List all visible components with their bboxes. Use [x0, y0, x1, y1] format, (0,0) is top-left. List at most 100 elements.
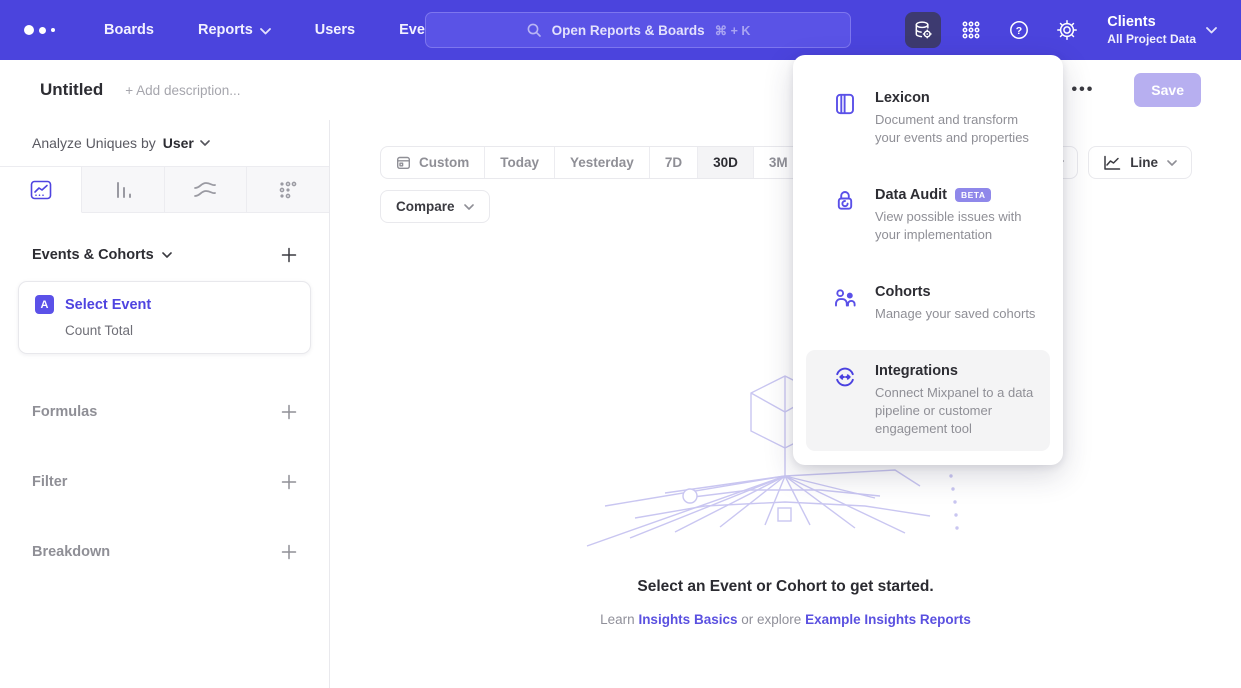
- save-button[interactable]: Save: [1134, 73, 1201, 107]
- menu-item-title: Cohorts: [875, 284, 931, 300]
- analyze-by-dropdown[interactable]: User: [163, 135, 210, 151]
- events-cohorts-header: Events & Cohorts: [0, 239, 329, 271]
- nav-links: Boards Reports Users Events: [104, 22, 447, 38]
- event-card[interactable]: A Select Event Count Total: [18, 281, 311, 354]
- nav-item-users[interactable]: Users: [315, 22, 355, 38]
- database-gear-icon: [912, 19, 934, 41]
- plus-icon: [281, 544, 297, 560]
- global-search[interactable]: Open Reports & Boards ⌘ + K: [425, 12, 851, 48]
- logo-dot: [39, 27, 46, 34]
- filter-section: Filter: [0, 466, 329, 498]
- menu-item-lexicon[interactable]: Lexicon Document and transform your even…: [806, 77, 1050, 160]
- mixpanel-logo[interactable]: [24, 25, 68, 35]
- lexicon-book-icon: [833, 92, 857, 147]
- calendar-icon: [396, 155, 411, 170]
- data-management-dropdown: Lexicon Document and transform your even…: [793, 55, 1063, 465]
- events-cohorts-label: Events & Cohorts: [32, 247, 154, 263]
- tab-bar-chart[interactable]: [82, 167, 164, 213]
- menu-item-integrations[interactable]: Integrations Connect Mixpanel to a data …: [806, 350, 1050, 451]
- compare-dropdown[interactable]: Compare: [380, 190, 490, 223]
- range-today[interactable]: Today: [484, 147, 554, 178]
- compare-label: Compare: [396, 199, 455, 214]
- menu-item-title: Integrations: [875, 363, 958, 379]
- apps-grid-button[interactable]: [953, 12, 989, 48]
- more-options-button[interactable]: •••: [1071, 85, 1094, 95]
- line-chart-icon: [30, 180, 52, 200]
- metrics-grid-icon: [277, 180, 299, 200]
- add-formula-button[interactable]: [281, 404, 297, 420]
- stacked-area-icon: [193, 180, 217, 200]
- tab-line-chart[interactable]: [0, 167, 82, 213]
- plus-icon: [281, 404, 297, 420]
- chevron-down-icon: [1206, 27, 1217, 34]
- nav-item-label: Boards: [104, 22, 154, 38]
- svg-text:?: ?: [1016, 25, 1022, 37]
- tab-stacked-chart[interactable]: [165, 167, 247, 213]
- menu-item-data-audit[interactable]: Data Audit BETA View possible issues wit…: [806, 174, 1050, 257]
- project-switcher[interactable]: Clients All Project Data: [1107, 13, 1217, 46]
- range-30d[interactable]: 30D: [697, 147, 753, 178]
- add-filter-button[interactable]: [281, 474, 297, 490]
- range-label: 7D: [665, 155, 682, 170]
- chevron-down-icon: [1167, 160, 1177, 166]
- breakdown-section: Breakdown: [0, 536, 329, 568]
- chart-type-label: Line: [1130, 155, 1158, 170]
- nav-item-label: Users: [315, 22, 355, 38]
- tab-metrics[interactable]: [247, 167, 329, 213]
- select-event-button[interactable]: Select Event: [65, 297, 151, 313]
- range-label: Custom: [419, 155, 469, 170]
- top-navbar: Boards Reports Users Events Open Reports…: [0, 0, 1241, 60]
- analyze-row: Analyze Uniques by User: [0, 120, 329, 166]
- add-description-field[interactable]: + Add description...: [125, 83, 240, 98]
- project-scope: All Project Data: [1107, 32, 1196, 47]
- events-cohorts-dropdown[interactable]: Events & Cohorts: [32, 247, 172, 263]
- date-range-control: Custom Today Yesterday 7D 30D 3M 6M: [380, 146, 853, 179]
- report-title[interactable]: Untitled: [40, 80, 103, 100]
- nav-item-reports[interactable]: Reports: [198, 22, 271, 38]
- range-custom[interactable]: Custom: [381, 147, 484, 178]
- range-label: 3M: [769, 155, 788, 170]
- data-management-button[interactable]: [905, 12, 941, 48]
- chevron-down-icon: [260, 28, 271, 35]
- menu-item-title: Lexicon: [875, 90, 930, 106]
- filter-label: Filter: [32, 474, 67, 490]
- learn-prefix: Learn: [600, 612, 635, 627]
- nav-item-boards[interactable]: Boards: [104, 22, 154, 38]
- range-label: Today: [500, 155, 539, 170]
- chevron-down-icon: [464, 204, 474, 210]
- nav-item-label: Reports: [198, 22, 253, 38]
- help-button[interactable]: ?: [1001, 12, 1037, 48]
- integrations-sync-icon: [833, 365, 857, 438]
- chart-type-dropdown[interactable]: Line: [1088, 146, 1192, 179]
- range-7d[interactable]: 7D: [649, 147, 697, 178]
- menu-item-title: Data Audit: [875, 187, 947, 203]
- empty-state-links: Learn Insights Basics or explore Example…: [330, 612, 1241, 627]
- query-builder-sidebar: Analyze Uniques by User: [0, 120, 330, 688]
- add-event-button[interactable]: [281, 247, 297, 263]
- chart-area: Custom Today Yesterday 7D 30D 3M 6M Comp…: [330, 120, 1241, 688]
- insights-basics-link[interactable]: Insights Basics: [638, 612, 737, 627]
- add-breakdown-button[interactable]: [281, 544, 297, 560]
- menu-item-cohorts[interactable]: Cohorts Manage your saved cohorts: [806, 271, 1050, 336]
- event-aggregation-dropdown[interactable]: Count Total: [65, 323, 294, 338]
- menu-item-description: Document and transform your events and p…: [875, 111, 1038, 147]
- example-insights-reports-link[interactable]: Example Insights Reports: [805, 612, 971, 627]
- plus-icon: [281, 247, 297, 263]
- line-chart-icon: [1103, 155, 1121, 171]
- search-shortcut: ⌘ + K: [715, 23, 751, 38]
- beta-badge: BETA: [955, 188, 992, 203]
- settings-button[interactable]: [1049, 12, 1085, 48]
- breakdown-label: Breakdown: [32, 544, 110, 560]
- logo-dot: [51, 28, 55, 32]
- analyze-label: Analyze Uniques by: [32, 135, 156, 151]
- logo-dot: [24, 25, 34, 35]
- search-placeholder: Open Reports & Boards: [552, 23, 705, 38]
- project-name: Clients: [1107, 13, 1196, 31]
- chevron-down-icon: [162, 252, 172, 258]
- cohorts-people-icon: [833, 286, 857, 323]
- menu-item-description: Connect Mixpanel to a data pipeline or c…: [875, 384, 1038, 438]
- help-icon: ?: [1008, 19, 1030, 41]
- range-yesterday[interactable]: Yesterday: [554, 147, 649, 178]
- menu-item-description: Manage your saved cohorts: [875, 305, 1038, 323]
- chart-type-tabs: [0, 166, 329, 213]
